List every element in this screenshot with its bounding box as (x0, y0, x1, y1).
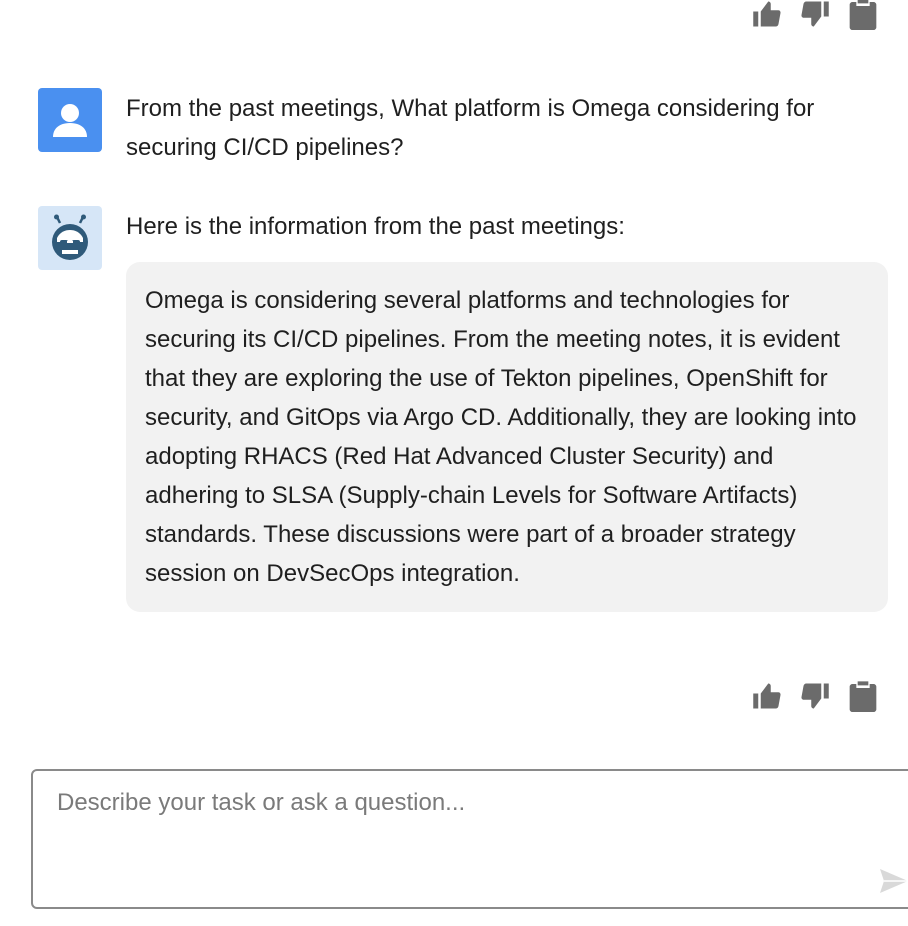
user-message-text: From the past meetings, What platform is… (126, 95, 815, 161)
thumbs-up-button[interactable] (752, 680, 782, 712)
assistant-avatar (38, 206, 102, 270)
user-message: From the past meetings, What platform is… (38, 88, 888, 167)
assistant-answer-card: Omega is considering several platforms a… (126, 262, 888, 612)
copy-button[interactable] (848, 0, 878, 30)
thumbs-down-icon (801, 683, 829, 709)
robot-icon (52, 214, 88, 260)
user-message-body: From the past meetings, What platform is… (126, 88, 888, 167)
clipboard-icon (849, 0, 877, 30)
previous-message-actions (752, 0, 878, 30)
assistant-message: Here is the information from the past me… (38, 206, 888, 612)
user-icon (53, 104, 87, 137)
copy-button[interactable] (848, 680, 878, 712)
assistant-intro-text: Here is the information from the past me… (126, 213, 625, 240)
thumbs-up-button[interactable] (752, 0, 782, 30)
thumbs-up-icon (753, 683, 781, 709)
prompt-input[interactable] (57, 785, 877, 821)
assistant-message-body: Here is the information from the past me… (126, 206, 888, 612)
send-icon (880, 869, 908, 893)
user-avatar (38, 88, 102, 152)
assistant-message-actions (752, 680, 878, 712)
thumbs-down-button[interactable] (800, 680, 830, 712)
thumbs-up-icon (753, 1, 781, 27)
thumbs-down-button[interactable] (800, 0, 830, 30)
thumbs-down-icon (801, 1, 829, 27)
message-composer (31, 769, 908, 909)
clipboard-icon (849, 681, 877, 712)
send-button[interactable] (878, 867, 908, 895)
